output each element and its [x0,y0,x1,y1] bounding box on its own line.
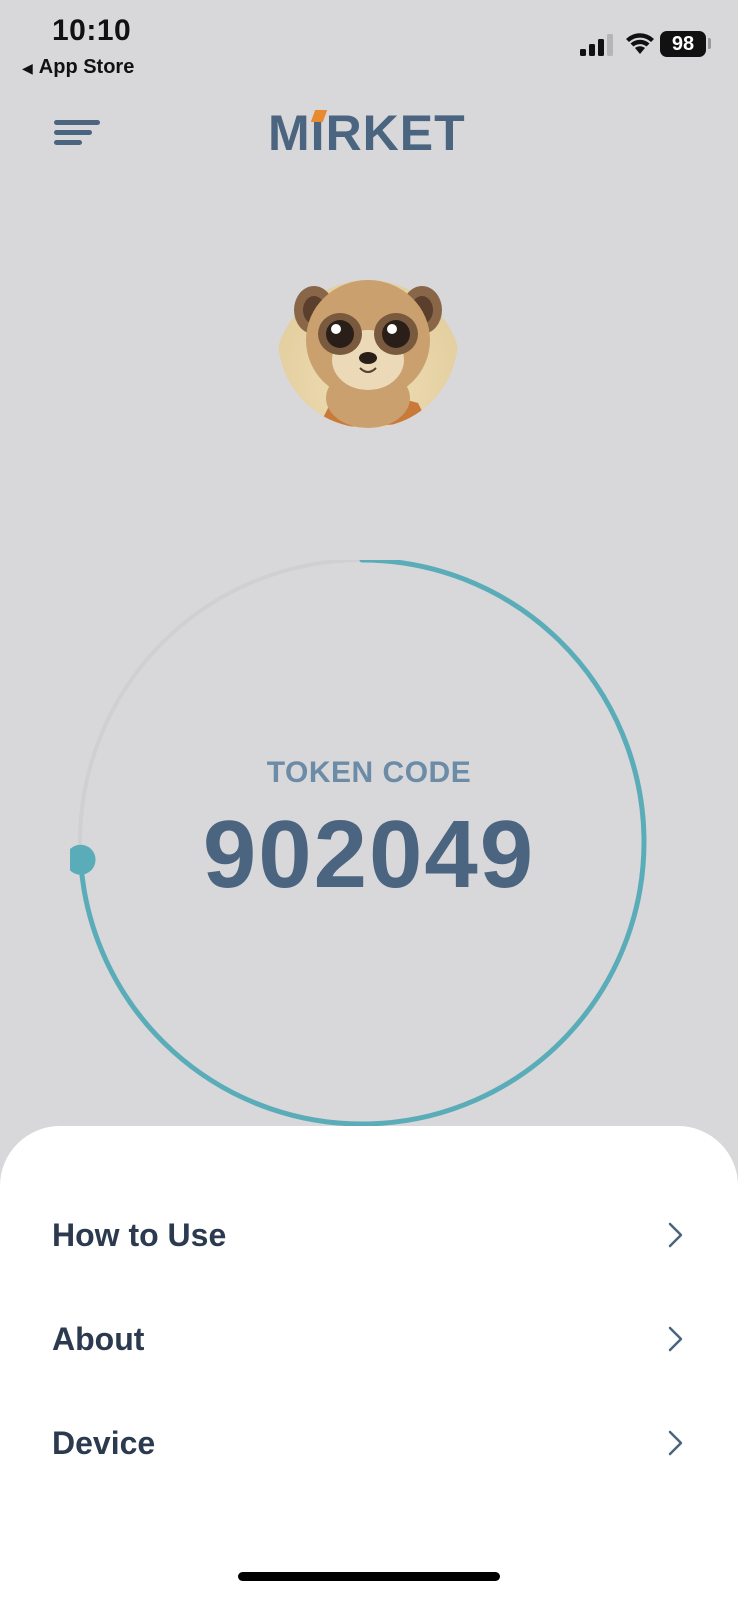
battery-icon: 98 [660,31,706,57]
back-app-label: App Store [38,56,135,78]
status-time: 10:10 [52,14,132,47]
brand-text-end: RKET [325,105,466,161]
menu-item-about[interactable]: About [52,1309,686,1369]
hamburger-menu-icon[interactable] [54,120,102,146]
signal-icon [580,34,613,56]
battery-nub [708,38,711,49]
token-code-value[interactable]: 902049 [0,800,738,910]
back-triangle-icon: ◀ [22,59,33,76]
wifi-icon [626,33,654,54]
chevron-right-icon [668,1222,683,1248]
home-indicator[interactable] [238,1572,500,1581]
menu-item-label: Device [52,1424,156,1461]
menu-item-how-to-use[interactable]: How to Use [52,1205,686,1265]
battery-level: 98 [671,32,695,55]
menu-item-label: About [52,1320,145,1357]
meerkat-avatar [278,248,458,428]
brand-i: I [310,104,327,162]
chevron-right-icon [668,1430,683,1456]
brand-text-start: M [268,105,311,161]
menu-item-label: How to Use [52,1216,227,1253]
brand-logo: M I RKET [268,104,466,162]
menu-item-device[interactable]: Device [52,1413,686,1473]
back-to-app-store[interactable]: ◀ App Store [22,56,134,79]
app-screen: 10:10 ◀ App Store 98 M I RKET TOKEN CODE… [0,0,738,1600]
token-code-label: TOKEN CODE [266,756,472,789]
chevron-right-icon [668,1326,683,1352]
